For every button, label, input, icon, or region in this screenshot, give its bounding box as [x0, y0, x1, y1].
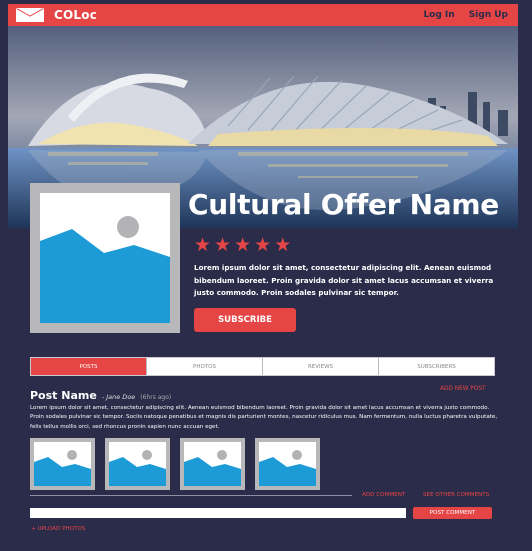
image-placeholder-icon [34, 450, 91, 486]
add-new-post-link[interactable]: ADD NEW POST [440, 386, 486, 392]
image-placeholder-icon [109, 450, 166, 486]
login-link[interactable]: Log In [423, 10, 454, 20]
star-icon: ★ [214, 234, 232, 256]
see-other-comments-link[interactable]: SEE OTHER COMMENTS [423, 492, 489, 498]
content-tabs: POSTS PHOTOS REVIEWS SUBSCRIBERS [30, 357, 495, 376]
image-placeholder-icon [40, 216, 170, 323]
tab-photos[interactable]: PHOTOS [147, 358, 263, 375]
post-photo[interactable] [30, 438, 95, 490]
add-comment-link[interactable]: ADD COMMENT [362, 492, 405, 498]
envelope-icon[interactable] [16, 8, 44, 22]
signup-link[interactable]: Sign Up [469, 10, 508, 20]
post-timestamp: (6hrs ago) [140, 394, 172, 401]
post-photo[interactable] [180, 438, 245, 490]
tab-subscribers[interactable]: SUBSCRIBERS [379, 358, 494, 375]
post-body: Lorem ipsum dolor sit amet, consectetur … [30, 405, 498, 430]
tab-posts[interactable]: POSTS [31, 358, 147, 375]
post-photo[interactable] [105, 438, 170, 490]
brand-name[interactable]: COLoc [54, 8, 97, 22]
star-icon: ★ [274, 234, 292, 256]
auth-links: Log In Sign Up [423, 10, 508, 20]
rating-stars: ★ ★ ★ ★ ★ [194, 236, 291, 255]
top-navbar: COLoc Log In Sign Up [8, 4, 518, 26]
image-placeholder-icon [184, 450, 241, 486]
offer-description: Lorem ipsum dolor sit amet, consectetur … [194, 263, 494, 297]
comment-divider [30, 495, 352, 496]
post-author: - Jane Doe [101, 393, 136, 401]
image-placeholder-icon [259, 450, 316, 486]
post-header: Post Name - Jane Doe (6hrs ago) [30, 389, 171, 402]
upload-photos-link[interactable]: + UPLOAD PHOTOS [31, 526, 85, 532]
post-photos [30, 438, 320, 490]
post-comment-button[interactable]: POST COMMENT [413, 507, 492, 519]
star-icon: ★ [194, 234, 212, 256]
post-title: Post Name [30, 389, 97, 402]
comment-input[interactable] [30, 508, 406, 518]
subscribe-button[interactable]: SUBSCRIBE [194, 308, 296, 332]
tab-reviews[interactable]: REVIEWS [263, 358, 379, 375]
star-icon: ★ [254, 234, 272, 256]
offer-title: Cultural Offer Name [188, 188, 499, 221]
offer-thumbnail [30, 183, 180, 333]
star-icon: ★ [234, 234, 252, 256]
post-photo[interactable] [255, 438, 320, 490]
